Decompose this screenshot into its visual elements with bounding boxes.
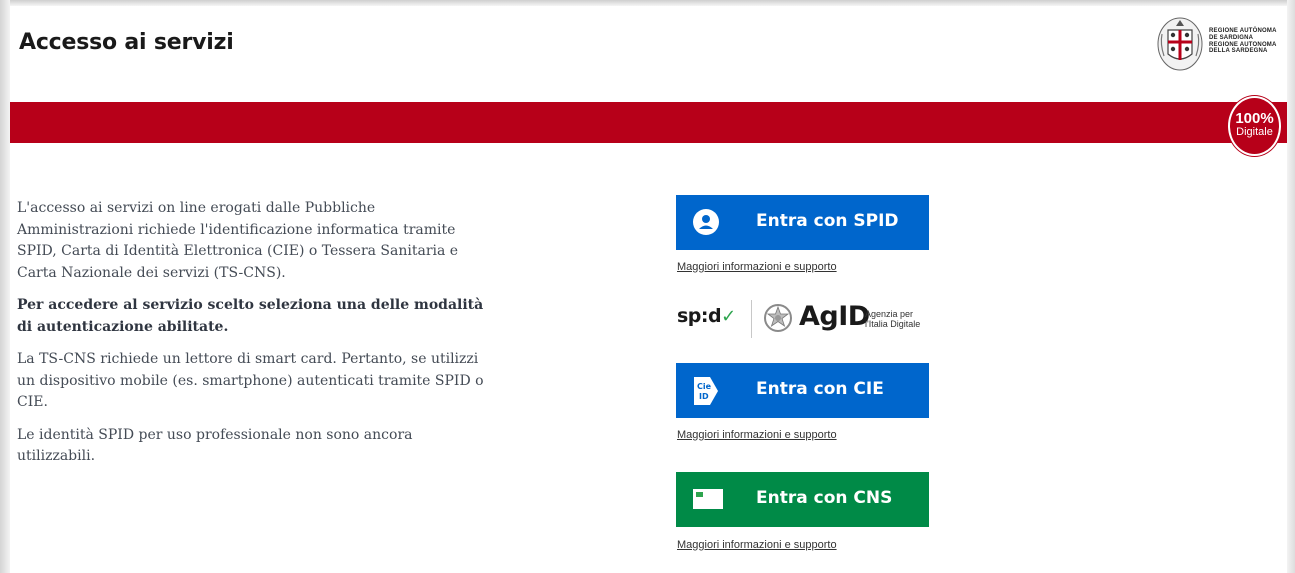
italian-republic-emblem-icon (764, 304, 792, 332)
page-title: Accesso ai servizi (19, 30, 234, 55)
region-name-italian-line1: REGIONE AUTONOMA (1209, 41, 1277, 48)
cns-login-button[interactable]: Entra con CNS (676, 472, 929, 527)
red-banner (10, 102, 1287, 143)
cie-icon-text-cie: Cie (697, 382, 712, 391)
spid-login-label: Entra con SPID (756, 211, 899, 231)
agid-subtitle: Agenzia per l'Italia Digitale (865, 309, 920, 329)
page-frame: Accesso ai servizi REGIONE AUTÒNOMA DE S… (0, 0, 1295, 573)
info-paragraph-ts-cns: La TS-CNS richiede un lettore di smart c… (17, 351, 484, 410)
badge-label: Digitale (1236, 126, 1273, 138)
agid-subtitle-line1: Agenzia per (865, 309, 914, 319)
cie-login-button[interactable]: Cie ID Entra con CIE (676, 363, 929, 418)
smart-card-icon (693, 489, 723, 509)
spid-help-link[interactable]: Maggiori informazioni e supporto (677, 261, 837, 273)
cie-help-link[interactable]: Maggiori informazioni e supporto (677, 429, 837, 441)
user-icon (693, 209, 719, 235)
cie-id-icon: Cie ID (694, 377, 718, 405)
info-paragraph-spid-professional: Le identità SPID per uso professionale n… (17, 426, 413, 465)
spid-login-button[interactable]: Entra con SPID (676, 195, 929, 250)
spid-check-icon: ✓ (721, 306, 736, 327)
window-right-shadow (1287, 0, 1295, 573)
spid-logo: sp:d✓ (677, 305, 736, 327)
digital-badge: 100% Digitale (1228, 96, 1281, 156)
agid-logo: AgID (799, 301, 870, 332)
cns-login-label: Entra con CNS (756, 488, 893, 508)
window-left-edge (0, 0, 10, 573)
region-name: REGIONE AUTÒNOMA DE SARDIGNA REGIONE AUT… (1209, 28, 1277, 55)
cns-help-link[interactable]: Maggiori informazioni e supporto (677, 539, 837, 551)
logo-divider (751, 300, 752, 338)
cie-icon-text-id: ID (699, 392, 709, 401)
region-name-sardinian-line1: REGIONE AUTÒNOMA (1209, 28, 1277, 34)
agid-subtitle-line2: l'Italia Digitale (865, 319, 921, 329)
info-text: L'accesso ai servizi on line erogati dal… (17, 198, 487, 479)
region-coat-of-arms-icon (1157, 17, 1203, 71)
region-name-italian-line2: DELLA SARDEGNA (1209, 48, 1268, 55)
info-paragraph-select: Per accedere al servizio scelto selezion… (17, 297, 484, 335)
cie-login-label: Entra con CIE (756, 379, 884, 399)
spid-logo-text: sp:d (677, 305, 722, 327)
window-top-edge (0, 0, 1295, 6)
badge-percent: 100% (1235, 110, 1274, 127)
region-name-sardinian-line2: DE SARDIGNA (1209, 34, 1254, 41)
info-paragraph-access: L'accesso ai servizi on line erogati dal… (17, 200, 459, 281)
